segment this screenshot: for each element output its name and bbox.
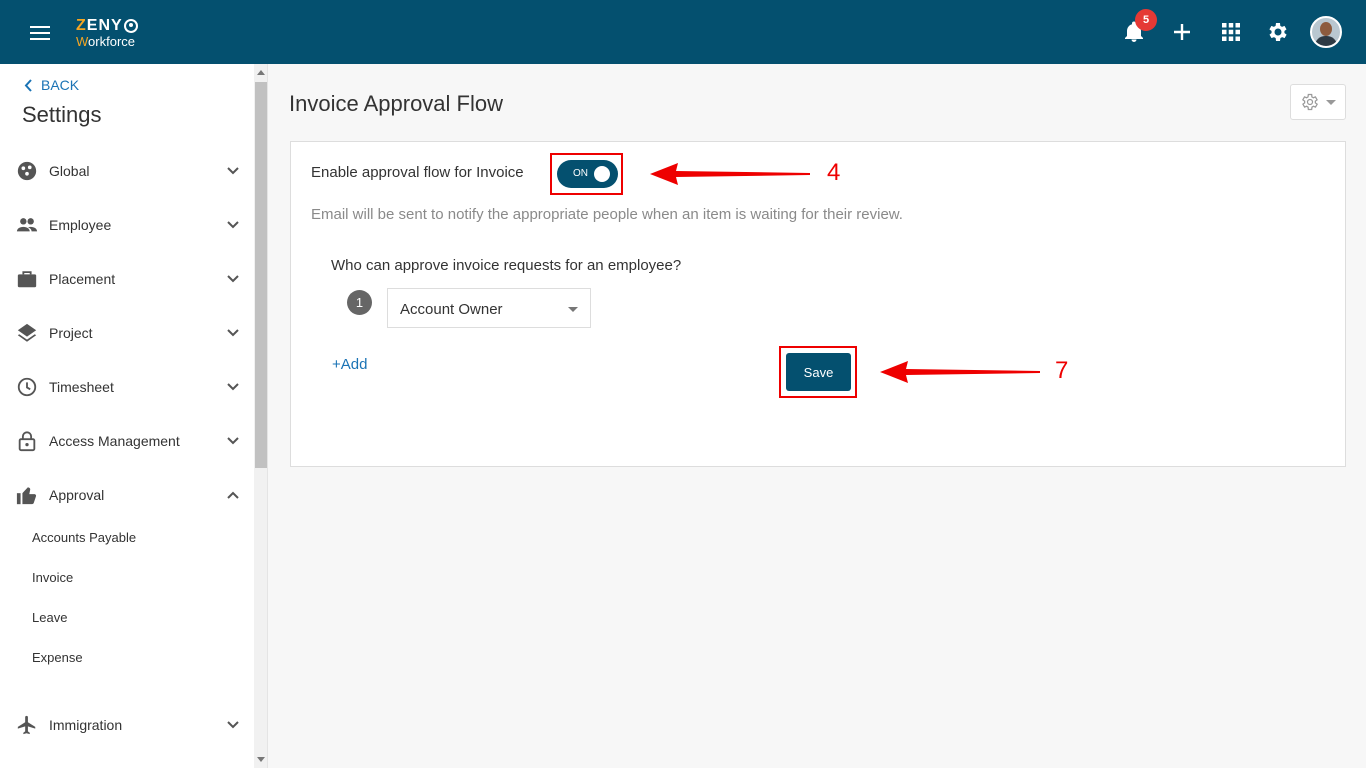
approver-question: Who can approve invoice requests for an … [331,257,682,274]
thumbs-up-icon [16,487,37,505]
airplane-icon [17,715,36,735]
logo-subtitle: Workforce [76,34,136,49]
approver-select[interactable]: Account Owner [387,288,591,328]
chevron-down-icon [227,383,239,391]
gear-outline-icon [1302,93,1318,111]
annotation-step-7: 7 [1055,357,1069,384]
sidebar-item-label: Placement [49,271,116,287]
annotation-step-4: 4 [827,159,841,186]
add-approver-link[interactable]: +Add [332,356,367,373]
caret-down-icon [568,307,578,312]
gear-icon[interactable] [1266,20,1290,44]
sidebar-item-project[interactable]: Project [0,313,254,353]
sidebar-item-label: Immigration [49,717,123,733]
sidebar-item-label: Timesheet [49,379,114,395]
avatar[interactable] [1310,16,1342,48]
plus-icon[interactable] [1170,20,1194,44]
scroll-up-arrow[interactable] [257,70,265,75]
sidebar-subitem-accounts-payable[interactable]: Accounts Payable [32,530,136,545]
annotation-arrow-toggle [650,163,810,185]
sidebar-subitem-expense[interactable]: Expense [32,650,83,665]
layers-icon [17,323,37,342]
approver-select-value: Account Owner [400,301,503,318]
annotation-arrow-save [880,361,1040,383]
chevron-down-icon [227,167,239,175]
chevron-down-icon [227,329,239,337]
enable-approval-toggle[interactable]: ON [557,160,618,188]
people-icon [16,218,38,232]
sidebar-item-label: Project [49,325,93,341]
toggle-state-label: ON [573,168,588,179]
sidebar-item-employee[interactable]: Employee [0,205,254,245]
sidebar-item-label: Approval [49,487,105,503]
sidebar-title: Settings [22,102,102,127]
sidebar-item-global[interactable]: Global [0,151,254,191]
scroll-down-arrow[interactable] [257,757,265,762]
sidebar-item-label: Global [49,163,90,179]
chevron-down-icon [227,437,239,445]
sidebar-item-immigration[interactable]: Immigration [0,705,254,745]
briefcase-icon [17,271,37,288]
page-title: Invoice Approval Flow [289,91,503,116]
palette-icon [17,161,37,181]
toggle-knob [594,166,610,182]
sidebar-item-approval[interactable]: Approval [0,475,254,515]
scroll-thumb[interactable] [255,82,267,468]
sidebar: BACK Settings Global Employee Placement … [0,64,254,768]
sidebar-item-timesheet[interactable]: Timesheet [0,367,254,407]
sidebar-item-access-management[interactable]: Access Management [0,421,254,461]
sidebar-item-placement[interactable]: Placement [0,259,254,299]
sidebar-subitem-leave[interactable]: Leave [32,610,67,625]
email-notification-note: Email will be sent to notify the appropr… [311,206,903,223]
logo[interactable]: Z ENY Workforce [76,18,138,48]
chevron-down-icon [227,721,239,729]
back-link[interactable]: BACK [24,77,79,93]
chevron-down-icon [227,275,239,283]
chevron-left-icon [24,78,32,92]
save-button[interactable]: Save [786,353,851,391]
sidebar-scrollbar[interactable] [254,64,268,768]
top-bar: Z ENY Workforce 5 [0,0,1366,64]
enable-approval-label: Enable approval flow for Invoice [311,164,524,181]
chevron-down-icon [227,221,239,229]
notification-badge[interactable]: 5 [1135,9,1157,31]
page-settings-dropdown[interactable] [1290,84,1346,120]
apps-grid-icon[interactable] [1219,20,1243,44]
sidebar-item-label: Access Management [49,433,180,449]
chevron-up-icon [227,491,239,499]
caret-down-icon [1326,99,1336,105]
sidebar-item-label: Employee [49,217,112,233]
logo-wordmark: Z ENY [76,18,138,34]
sidebar-subitem-invoice[interactable]: Invoice [32,570,73,585]
clock-icon [17,377,37,397]
approver-step-number: 1 [347,290,372,315]
menu-icon[interactable] [30,26,50,40]
lock-icon [18,431,36,452]
back-label: BACK [41,77,80,93]
